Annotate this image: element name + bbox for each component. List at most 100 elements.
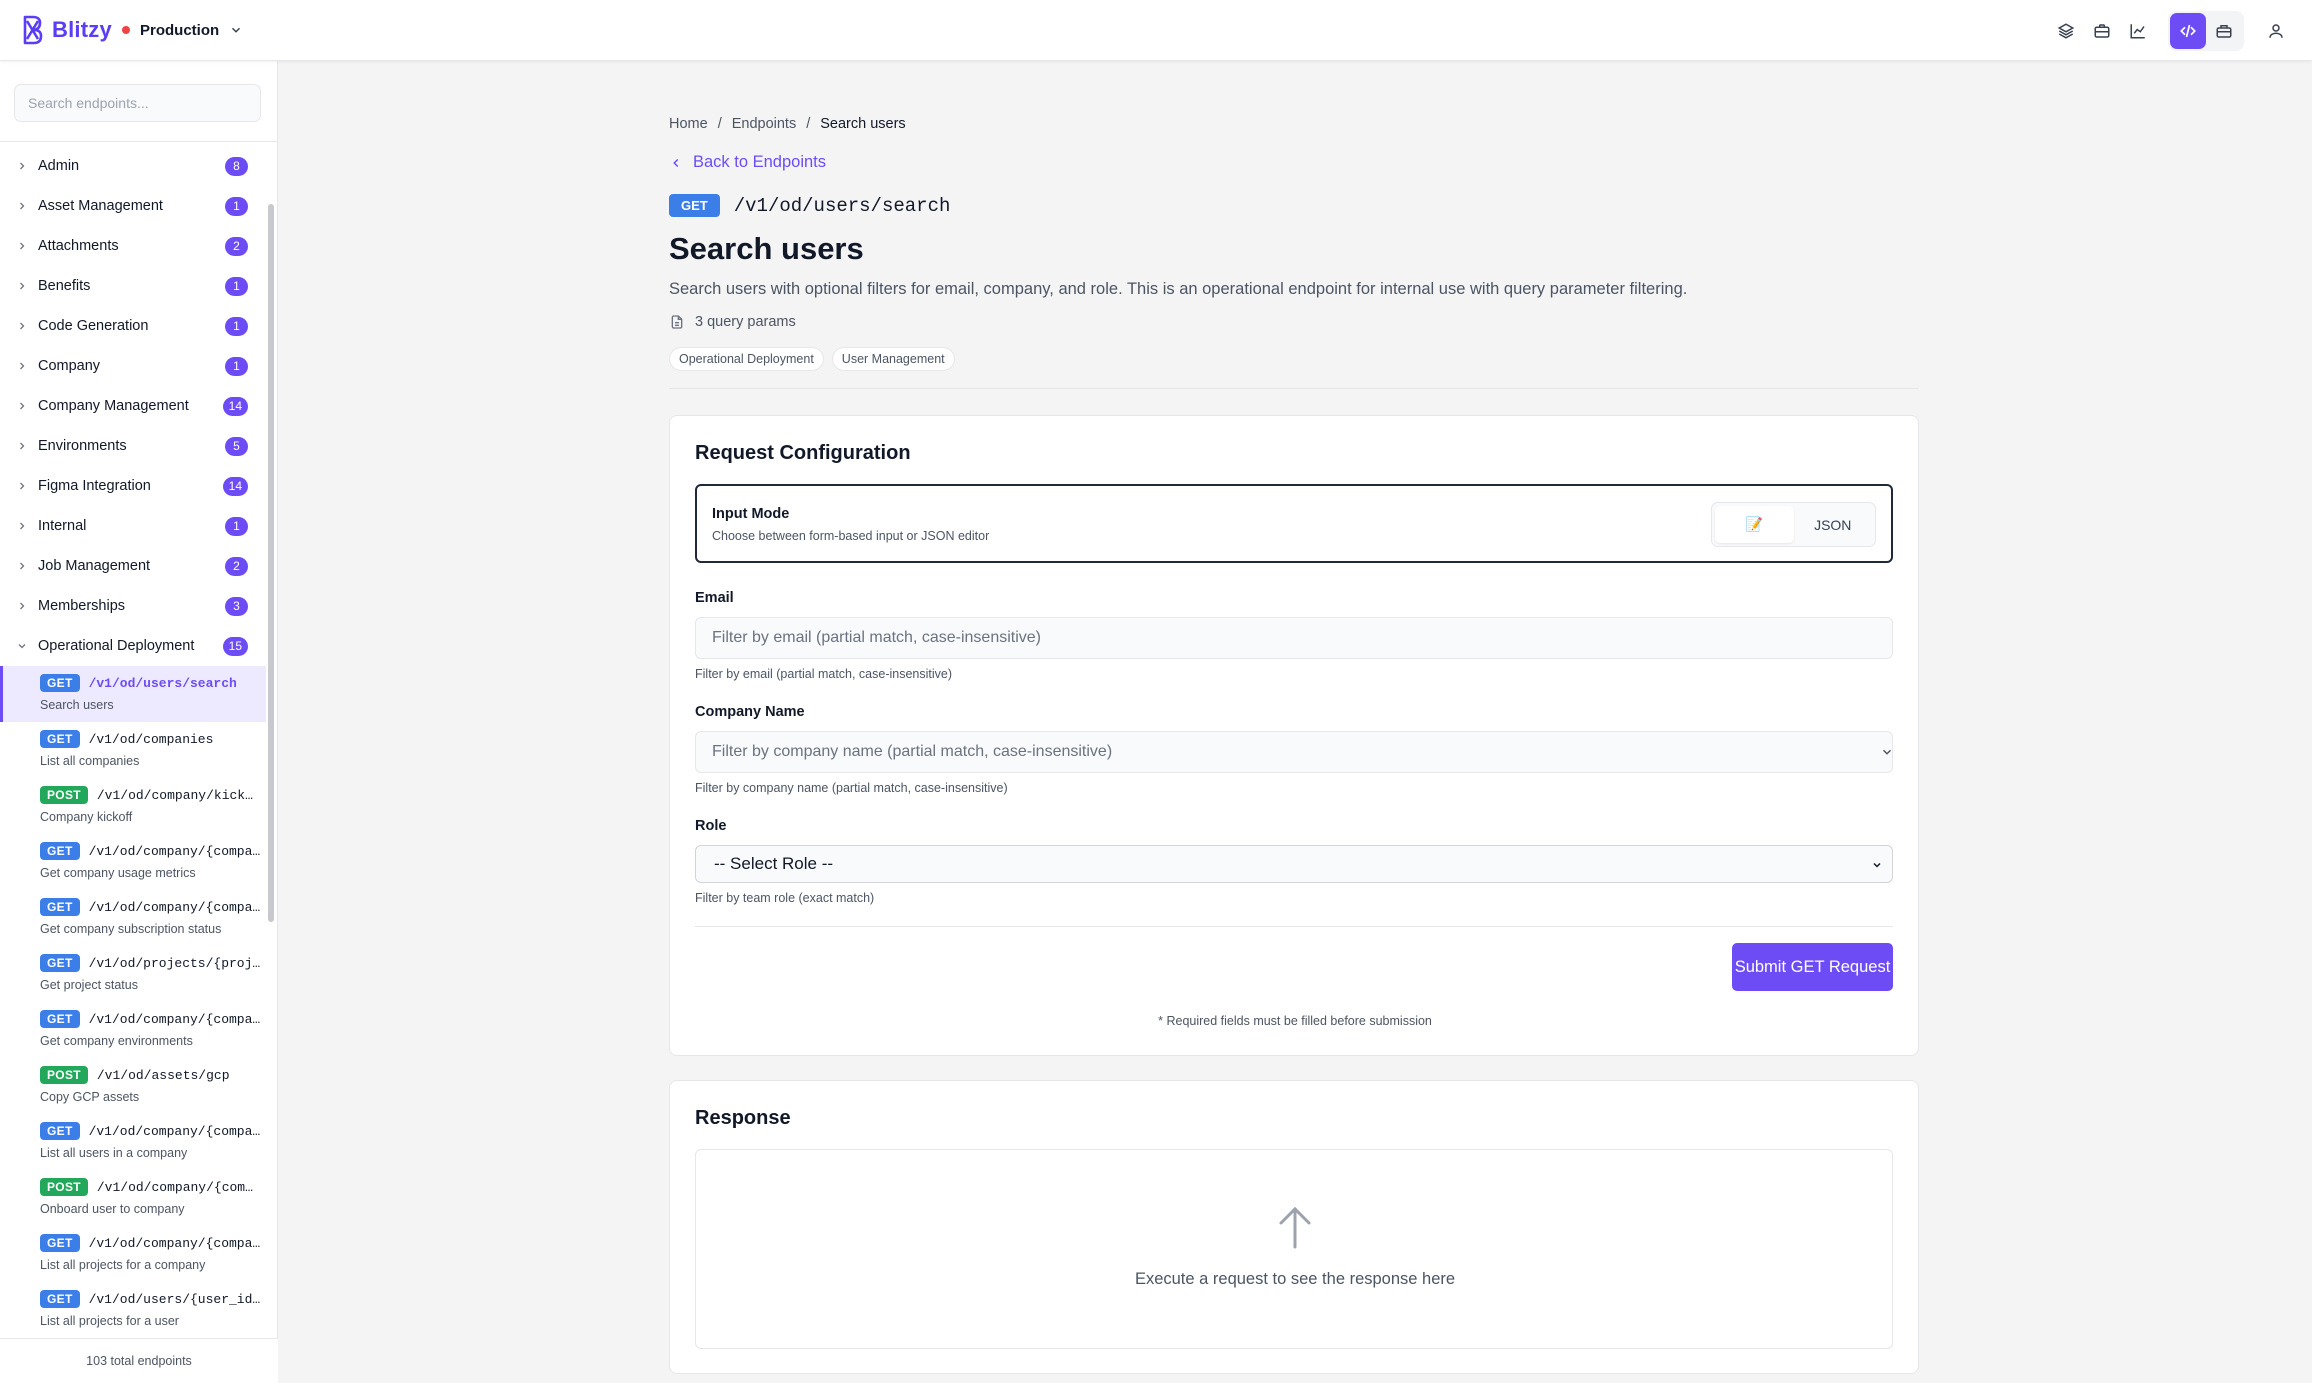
sidebar-category[interactable]: Attachments 2 [0,226,266,266]
arrow-up-icon [1279,1206,1311,1249]
endpoint-path: /v1/od/assets/gcp [96,1067,230,1083]
endpoint-path: /v1/od/company/{compa… [88,899,261,915]
endpoint-description: Get company subscription status [40,922,222,936]
blitzy-logo-icon [23,15,43,45]
chevron-right-icon [20,362,25,370]
user-icon[interactable] [2258,13,2294,49]
sidebar-endpoint-item[interactable]: POST/v1/od/company/kick… Company kickoff [0,778,266,834]
sidebar-endpoint-item[interactable]: POST/v1/od/assets/gcp Copy GCP assets [0,1058,266,1114]
input-mode-subtitle: Choose between form-based input or JSON … [712,529,990,543]
chevron-right-icon [20,242,25,250]
environment-status-dot [122,26,130,34]
count-badge: 1 [225,516,248,536]
endpoint-path: /v1/od/users/search [88,675,237,691]
sidebar-endpoint-item[interactable]: GET/v1/od/company/{compa… Get company env… [0,1002,266,1058]
company-name-label: Company Name [695,704,805,720]
chevron-down-icon [1873,862,1881,868]
sidebar-category[interactable]: Code Generation 1 [0,306,266,346]
chart-line-icon[interactable] [2120,13,2156,49]
sidebar-category[interactable]: Environments 5 [0,426,266,466]
logo-text: Blitzy [52,17,112,42]
top-bar: Blitzy Production [0,0,2312,61]
endpoint-search-input[interactable] [14,84,261,122]
code-icon[interactable] [2170,12,2206,49]
sidebar-category[interactable]: Memberships 3 [0,586,266,626]
method-badge: POST [40,1178,88,1196]
count-badge: 1 [225,276,248,296]
page-title: Search users [669,231,864,266]
company-name-field[interactable] [695,731,1893,773]
endpoint-description: List all projects for a user [40,1314,179,1328]
sidebar-category[interactable]: Operational Deployment 15 [0,626,266,666]
toolbox-icon[interactable] [2206,13,2242,49]
sidebar-category[interactable]: Figma Integration 14 [0,466,266,506]
endpoint-path: /v1/od/companies [88,731,214,747]
sidebar-endpoint-item[interactable]: GET/v1/od/companies List all companies [0,722,266,778]
request-configuration-title: Request Configuration [695,442,911,464]
sidebar-endpoint-item[interactable]: POST/v1/od/company/{com… Onboard user to … [0,1170,266,1226]
briefcase-icon[interactable] [2084,13,2120,49]
layers-icon[interactable] [2048,13,2084,49]
sidebar-category[interactable]: Company 1 [0,346,266,386]
total-endpoints-count: 103 total endpoints [0,1338,278,1383]
form-mode-option[interactable]: 📝 [1715,506,1794,543]
sidebar-category[interactable]: Admin 8 [0,146,266,186]
role-label: Role [695,818,727,834]
endpoint-description: Search users [40,698,114,712]
response-panel: Execute a request to see the response he… [695,1149,1893,1349]
breadcrumb-endpoints[interactable]: Endpoints [732,116,797,132]
json-mode-option[interactable]: JSON [1794,506,1873,543]
sidebar-endpoint-item[interactable]: GET/v1/od/projects/{proj… Get project sta… [0,946,266,1002]
sidebar-divider [0,141,278,142]
required-fields-note: * Required fields must be filled before … [1158,1014,1432,1028]
endpoint-list[interactable]: Admin 8 Asset Management 1 Attachments 2 Benef… [0,146,266,1336]
sidebar-category[interactable]: Benefits 1 [0,266,266,306]
chevron-down-icon [232,27,241,33]
sidebar-category[interactable]: Asset Management 1 [0,186,266,226]
response-title: Response [695,1107,791,1129]
sidebar-endpoint-item[interactable]: GET/v1/od/users/search Search users [0,666,266,722]
sidebar-endpoint-item[interactable]: GET/v1/od/company/{compa… Get company sub… [0,890,266,946]
breadcrumb-home[interactable]: Home [669,116,708,132]
count-badge: 5 [225,436,248,456]
sidebar-endpoint-item[interactable]: GET/v1/od/company/{compa… List all users … [0,1114,266,1170]
role-select[interactable]: -- Select Role -- [695,845,1893,883]
chevron-right-icon [20,522,25,530]
response-empty-text: Execute a request to see the response he… [1134,1270,1456,1288]
sidebar-category[interactable]: Internal 1 [0,506,266,546]
count-badge: 14 [222,396,248,416]
environment-selector[interactable]: Production [122,17,243,43]
back-label: Back to Endpoints [693,153,826,171]
endpoint-description: Copy GCP assets [40,1090,140,1104]
count-badge: 2 [225,236,248,256]
environment-label: Production [140,21,220,39]
endpoint-tags: Operational Deployment User Management [669,347,955,371]
sidebar-category[interactable]: Company Management 14 [0,386,266,426]
sidebar-endpoint-item[interactable]: GET/v1/od/company/{compa… Get company usa… [0,834,266,890]
email-help: Filter by email (partial match, case-ins… [695,667,953,681]
chevron-right-icon [20,442,25,450]
email-field[interactable] [695,617,1893,659]
sidebar-endpoint-item[interactable]: GET/v1/od/users/{user_id… List all projec… [0,1282,266,1336]
breadcrumb-separator: / [806,116,811,132]
method-badge: GET [40,842,80,860]
count-badge: 1 [225,196,248,216]
document-icon [671,315,683,329]
back-to-endpoints-link[interactable]: Back to Endpoints [669,153,826,172]
endpoint-description: List all projects for a company [40,1258,206,1272]
logo[interactable]: Blitzy [22,14,112,46]
sidebar-endpoint-item[interactable]: GET/v1/od/company/{compa… List all projec… [0,1226,266,1282]
method-badge: GET [40,674,80,692]
chevron-right-icon [20,482,25,490]
input-mode-panel: Input Mode Choose between form-based inp… [695,484,1893,563]
method-badge: GET [40,730,80,748]
count-badge: 1 [225,356,248,376]
sidebar-category[interactable]: Job Management 2 [0,546,266,586]
count-badge: 3 [225,596,248,616]
input-mode-title: Input Mode [712,506,790,522]
sidebar-scrollbar[interactable] [268,204,274,922]
breadcrumb-current: Search users [820,116,906,132]
divider [695,926,1893,927]
role-selected-value: -- Select Role -- [714,854,834,873]
submit-request-button[interactable]: Submit GET Request [1732,943,1893,991]
